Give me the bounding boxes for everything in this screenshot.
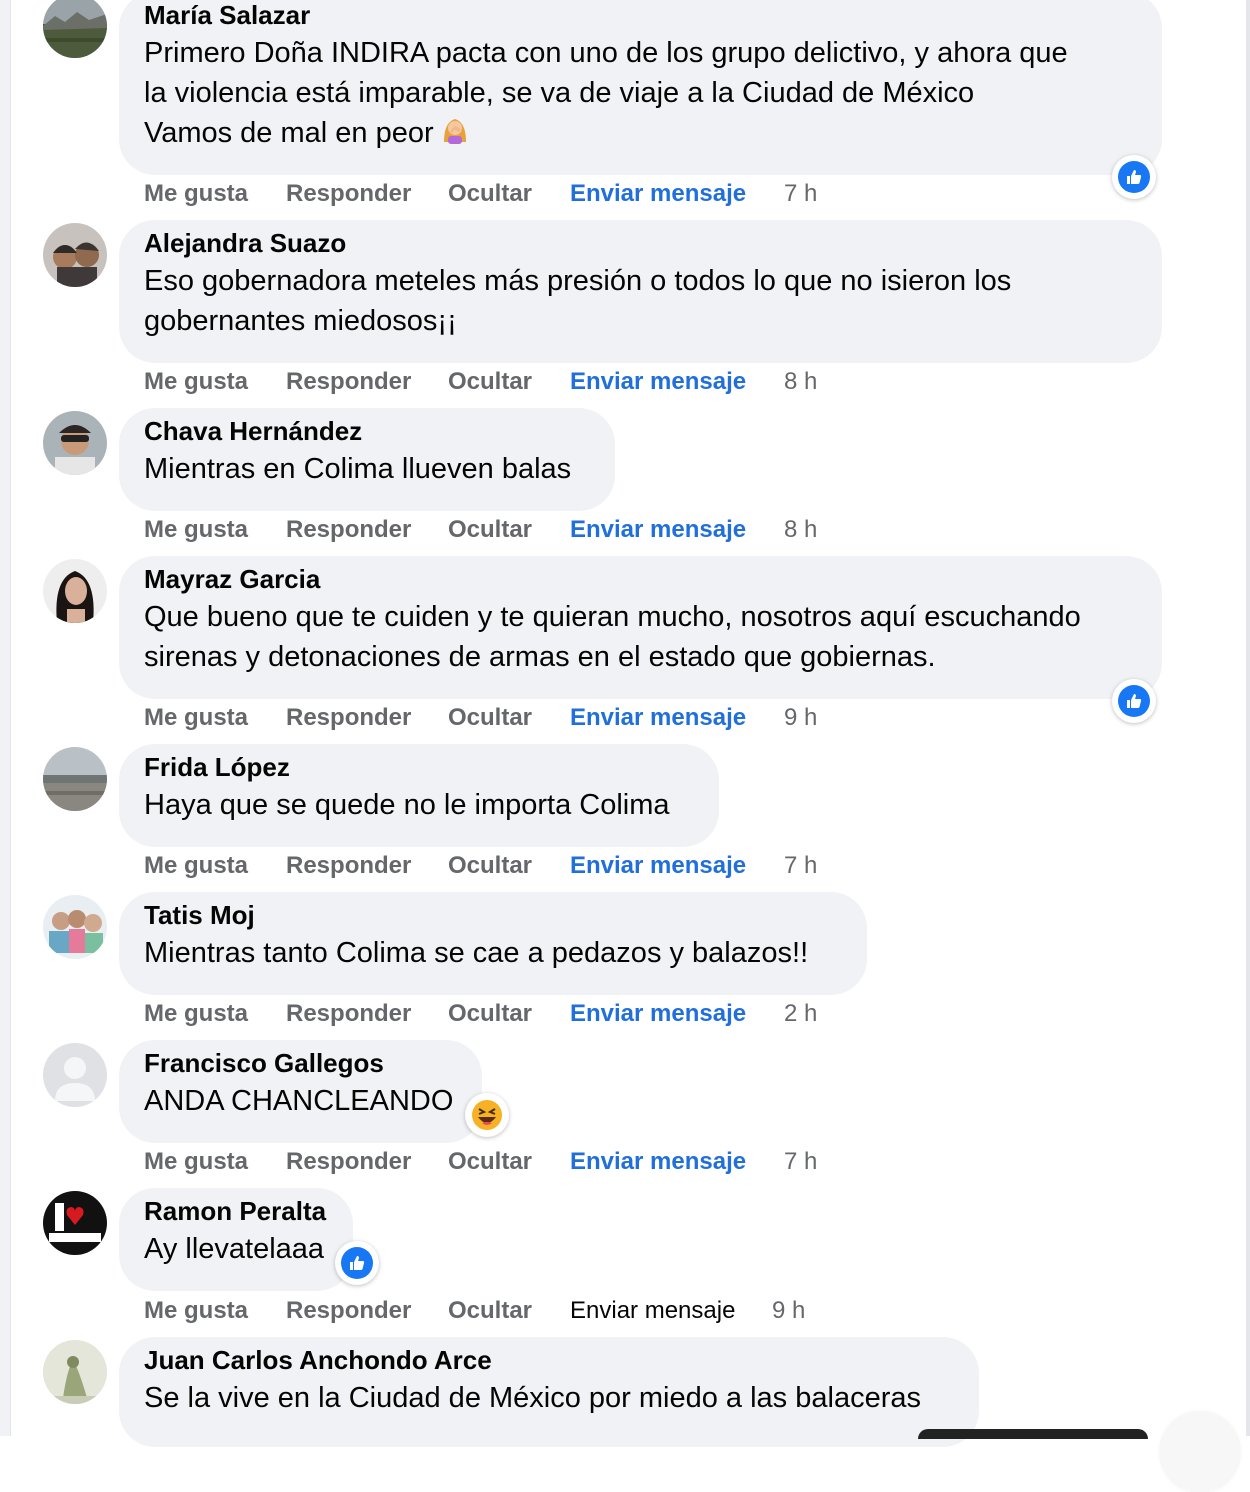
hide-button[interactable]: Ocultar — [448, 999, 532, 1029]
overlay-bar — [918, 1429, 1148, 1439]
send-message-button[interactable]: Enviar mensaje — [570, 367, 746, 397]
comment-bubble: Ramon Peralta Ay llevatelaaa — [119, 1188, 353, 1291]
like-icon — [1118, 161, 1150, 193]
comment-line: Ay llevatelaaa — [144, 1233, 325, 1265]
comment-line: ANDA CHANCLEANDO — [144, 1085, 454, 1117]
send-message-button[interactable]: Enviar mensaje — [570, 1296, 735, 1326]
comment-bubble: Mayraz Garcia Que bueno que te cuiden y … — [119, 556, 1162, 699]
comment-line: Mientras en Colima llueven balas — [144, 453, 572, 485]
send-message-button[interactable]: Enviar mensaje — [570, 515, 746, 545]
send-message-button[interactable]: Enviar mensaje — [570, 999, 746, 1029]
reply-button[interactable]: Responder — [286, 515, 411, 545]
comment-author[interactable]: Mayraz Garcia — [144, 564, 1137, 594]
haha-reaction-badge[interactable] — [465, 1093, 509, 1137]
comment-bubble: Tatis Moj Mientras tanto Colima se cae a… — [119, 892, 867, 995]
avatar[interactable] — [43, 0, 107, 58]
comment-line: Que bueno que te cuiden y te quieran muc… — [144, 601, 1081, 633]
woman-facepalming-emoji-icon — [440, 114, 470, 155]
comment-author[interactable]: Frida López — [144, 752, 694, 782]
comment-bubble: Francisco Gallegos ANDA CHANCLEANDO — [119, 1040, 482, 1143]
like-icon — [1118, 685, 1150, 717]
comment-author[interactable]: María Salazar — [144, 0, 1137, 30]
comment-timestamp[interactable]: 7 h — [784, 1147, 817, 1177]
comment-line: Vamos de mal en peor — [144, 117, 434, 149]
comment-bubble: Chava Hernández Mientras en Colima lluev… — [119, 408, 615, 511]
floating-button[interactable] — [1160, 1412, 1240, 1492]
comments-list: María Salazar Primero Doña INDIRA pacta … — [0, 0, 1250, 1447]
like-reaction-badge[interactable] — [1112, 155, 1156, 199]
comment-bubble: Juan Carlos Anchondo Arce Se la vive en … — [119, 1337, 979, 1447]
haha-icon — [472, 1100, 502, 1130]
comment-timestamp[interactable]: 8 h — [784, 515, 817, 545]
comment-timestamp[interactable]: 9 h — [784, 703, 817, 733]
avatar[interactable] — [43, 895, 107, 959]
comment-timestamp[interactable]: 9 h — [772, 1296, 805, 1326]
like-button[interactable]: Me gusta — [144, 1147, 248, 1177]
like-button[interactable]: Me gusta — [144, 179, 248, 209]
comment-author[interactable]: Alejandra Suazo — [144, 228, 1137, 258]
reply-button[interactable]: Responder — [286, 367, 411, 397]
reply-button[interactable]: Responder — [286, 179, 411, 209]
reply-button[interactable]: Responder — [286, 1147, 411, 1177]
comment-author[interactable]: Ramon Peralta — [144, 1196, 328, 1226]
hide-button[interactable]: Ocultar — [448, 703, 532, 733]
like-button[interactable]: Me gusta — [144, 1296, 248, 1326]
avatar[interactable] — [43, 747, 107, 811]
hide-button[interactable]: Ocultar — [448, 515, 532, 545]
send-message-button[interactable]: Enviar mensaje — [570, 703, 746, 733]
like-button[interactable]: Me gusta — [144, 703, 248, 733]
comment-timestamp[interactable]: 7 h — [784, 179, 817, 209]
reply-button[interactable]: Responder — [286, 999, 411, 1029]
reply-button[interactable]: Responder — [286, 851, 411, 881]
comment-timestamp[interactable]: 8 h — [784, 367, 817, 397]
comment-author[interactable]: Juan Carlos Anchondo Arce — [144, 1345, 954, 1375]
like-button[interactable]: Me gusta — [144, 515, 248, 545]
comment-line: Mientras tanto Colima se cae a pedazos y… — [144, 937, 809, 969]
comment-author[interactable]: Tatis Moj — [144, 900, 842, 930]
like-button[interactable]: Me gusta — [144, 999, 248, 1029]
comment-timestamp[interactable]: 7 h — [784, 851, 817, 881]
comment-line: Haya que se quede no le importa Colima — [144, 789, 670, 821]
send-message-button[interactable]: Enviar mensaje — [570, 851, 746, 881]
hide-button[interactable]: Ocultar — [448, 851, 532, 881]
like-reaction-badge[interactable] — [1112, 679, 1156, 723]
send-message-button[interactable]: Enviar mensaje — [570, 179, 746, 209]
comment-line: gobernantes miedosos¡¡ — [144, 305, 457, 337]
avatar[interactable] — [43, 223, 107, 287]
hide-button[interactable]: Ocultar — [448, 367, 532, 397]
hide-button[interactable]: Ocultar — [448, 1147, 532, 1177]
like-button[interactable]: Me gusta — [144, 851, 248, 881]
comment-bubble: Alejandra Suazo Eso gobernadora meteles … — [119, 220, 1162, 363]
comment-line: la violencia está imparable, se va de vi… — [144, 77, 975, 109]
reply-button[interactable]: Responder — [286, 1296, 411, 1326]
avatar[interactable] — [43, 1191, 107, 1255]
hide-button[interactable]: Ocultar — [448, 1296, 532, 1326]
comment-line: Eso gobernadora meteles más presión o to… — [144, 265, 1012, 297]
comment-author[interactable]: Chava Hernández — [144, 416, 590, 446]
comment-bubble: María Salazar Primero Doña INDIRA pacta … — [119, 0, 1162, 175]
avatar[interactable] — [43, 1043, 107, 1107]
hide-button[interactable]: Ocultar — [448, 179, 532, 209]
send-message-button[interactable]: Enviar mensaje — [570, 1147, 746, 1177]
comment-line: Se la vive en la Ciudad de México por mi… — [144, 1382, 921, 1414]
like-icon — [341, 1247, 373, 1279]
like-button[interactable]: Me gusta — [144, 367, 248, 397]
avatar[interactable] — [43, 559, 107, 623]
avatar[interactable] — [43, 411, 107, 475]
comment-line: Primero Doña INDIRA pacta con uno de los… — [144, 37, 1068, 69]
like-reaction-badge[interactable] — [335, 1241, 379, 1285]
comment-bubble: Frida López Haya que se quede no le impo… — [119, 744, 719, 847]
reply-button[interactable]: Responder — [286, 703, 411, 733]
comment-line: sirenas y detonaciones de armas en el es… — [144, 641, 936, 673]
comment-author[interactable]: Francisco Gallegos — [144, 1048, 457, 1078]
avatar[interactable] — [43, 1340, 107, 1404]
comment-timestamp[interactable]: 2 h — [784, 999, 817, 1029]
